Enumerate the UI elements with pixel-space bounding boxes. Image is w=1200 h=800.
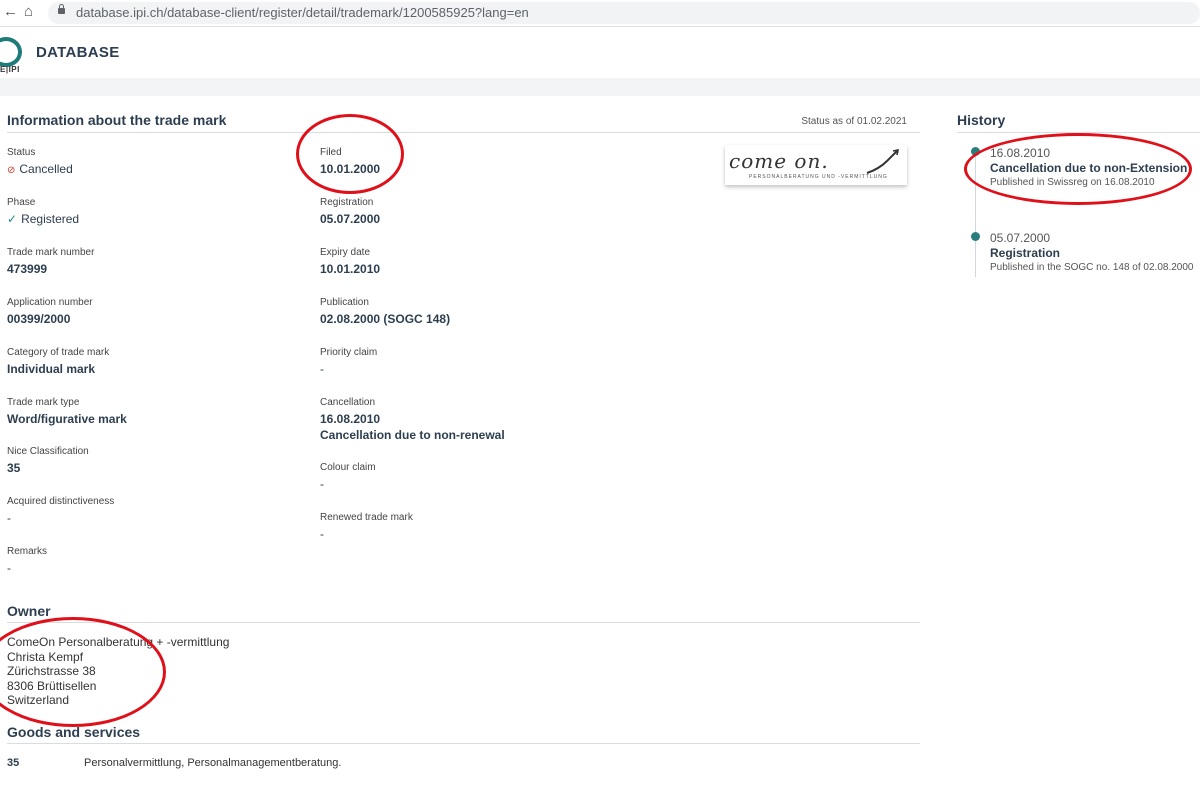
section-divider: [7, 132, 920, 133]
field-label: Cancellation: [320, 397, 376, 408]
field-value: -: [320, 362, 324, 376]
field-label: Remarks: [7, 546, 48, 557]
field-value: -: [7, 511, 11, 525]
field-category: Category of trade mark Individual mark: [7, 347, 109, 377]
field-label: Publication: [320, 297, 369, 308]
info-section-title: Information about the trade mark: [7, 112, 227, 128]
field-label: Registration: [320, 197, 374, 208]
field-expiry-date: Expiry date 10.01.2010: [320, 247, 380, 277]
field-label: Status: [7, 147, 36, 158]
field-value: -: [320, 477, 324, 491]
field-label: Acquired distinctiveness: [7, 496, 115, 507]
field-label: Renewed trade mark: [320, 512, 413, 523]
field-label: Phase: [7, 197, 36, 208]
field-value: 02.08.2000 (SOGC 148): [320, 312, 451, 326]
history-section-title: History: [957, 112, 1006, 128]
field-publication: Publication 02.08.2000 (SOGC 148): [320, 297, 450, 327]
field-label: Category of trade mark: [7, 347, 110, 358]
field-status: Status ⊘ Cancelled: [7, 147, 73, 178]
field-label: Application number: [7, 297, 93, 308]
history-entry: 05.07.2000 Registration Published in the…: [990, 231, 1193, 275]
goods-description: Personalvermittlung, Personalmanagementb…: [84, 757, 342, 769]
phase-value: Registered: [21, 212, 80, 226]
field-value: Word/figurative mark: [7, 412, 127, 426]
arrow-left-icon[interactable]: ←: [3, 3, 18, 21]
field-remarks: Remarks -: [7, 546, 47, 576]
home-icon[interactable]: ⌂: [24, 3, 33, 21]
field-value: 05.07.2000: [320, 212, 381, 226]
browser-toolbar: ← ⌂ database.ipi.ch/database-client/regi…: [0, 0, 1200, 26]
trademark-logo-word: come on.: [729, 149, 829, 173]
field-value: Individual mark: [7, 362, 96, 376]
field-value: 35: [7, 461, 21, 475]
field-value: 00399/2000: [7, 312, 71, 326]
field-trade-mark-number: Trade mark number 473999: [7, 247, 94, 277]
field-nice-classification: Nice Classification 35: [7, 446, 89, 476]
field-value: 473999: [7, 262, 48, 276]
field-renewed-trade-mark: Renewed trade mark -: [320, 512, 413, 542]
annotation-circle-filed: [296, 114, 404, 194]
history-date: 05.07.2000: [990, 231, 1051, 245]
field-value: -: [7, 561, 11, 575]
site-title[interactable]: DATABASE: [36, 44, 120, 61]
field-value: 10.01.2010: [320, 262, 381, 276]
field-label: Trade mark type: [7, 397, 80, 408]
section-divider: [7, 622, 920, 623]
status-value: Cancelled: [19, 162, 73, 176]
field-colour-claim: Colour claim -: [320, 462, 376, 492]
status-as-of: Status as of 01.02.2021: [801, 116, 907, 127]
field-label: Colour claim: [320, 462, 376, 473]
address-bar[interactable]: database.ipi.ch/database-client/register…: [48, 2, 1200, 24]
timeline-dot: [971, 232, 980, 241]
ipi-logo-icon[interactable]: [0, 37, 22, 67]
field-application-number: Application number 00399/2000: [7, 297, 93, 327]
field-trade-mark-type: Trade mark type Word/figurative mark: [7, 397, 127, 427]
field-value: -: [320, 527, 324, 541]
field-acquired-distinctiveness: Acquired distinctiveness -: [7, 496, 114, 526]
trademark-image[interactable]: come on. PERSONALBERATUNG UND -VERMITTLU…: [725, 145, 907, 185]
field-value: 16.08.2010: [320, 412, 381, 426]
field-cancellation: Cancellation 16.08.2010 Cancellation due…: [320, 397, 505, 443]
field-registration: Registration 05.07.2000: [320, 197, 380, 227]
url-text: database.ipi.ch/database-client/register…: [76, 5, 529, 20]
section-divider: [7, 743, 920, 744]
field-label: Trade mark number: [7, 247, 95, 258]
field-phase: Phase ✓ Registered: [7, 197, 79, 227]
cancelled-icon: ⊘: [7, 165, 16, 176]
field-label: Expiry date: [320, 247, 371, 258]
field-label: Priority claim: [320, 347, 378, 358]
lock-icon: [58, 4, 65, 14]
goods-class-number: 35: [7, 757, 20, 769]
field-label: Nice Classification: [7, 446, 89, 457]
logo-text: E|IPI: [0, 65, 20, 74]
history-title: Registration: [990, 246, 1061, 260]
field-priority-claim: Priority claim -: [320, 347, 377, 377]
annotation-circle-history: [964, 133, 1192, 205]
annotation-circle-owner: [0, 617, 166, 727]
header-band: [0, 78, 1200, 96]
history-published: Published in the SOGC no. 148 of 02.08.2…: [990, 262, 1194, 273]
field-value-reason: Cancellation due to non-renewal: [320, 428, 505, 442]
trademark-swoosh-icon: [866, 149, 900, 174]
site-header: E|IPI DATABASE: [0, 26, 1200, 79]
owner-section-title: Owner: [7, 603, 51, 619]
check-icon: ✓: [7, 212, 18, 226]
